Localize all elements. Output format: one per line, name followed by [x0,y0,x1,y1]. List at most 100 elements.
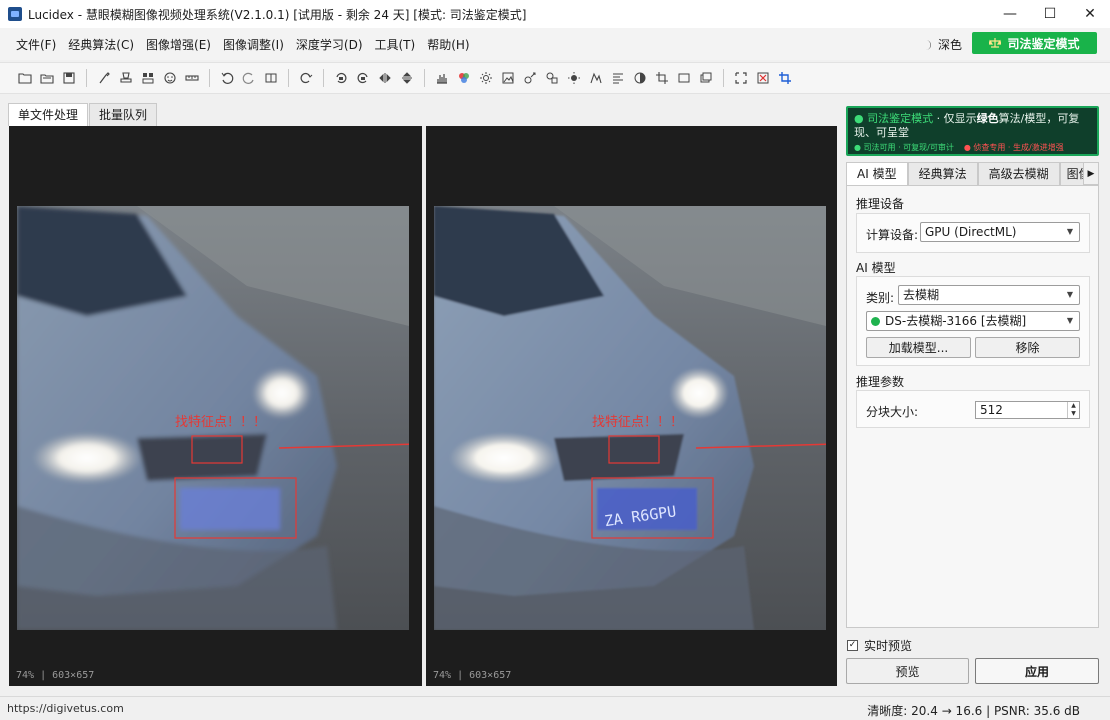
device-section-title: 推理设备 [856,197,905,211]
theme-label: 深色 [937,38,962,52]
image-icon[interactable] [497,67,519,89]
live-preview-toggle[interactable]: ✓ 实时预览 [847,637,912,654]
undo-icon[interactable] [216,67,238,89]
menu-deep-learning[interactable]: 深度学习(D) [296,36,363,53]
levels-icon[interactable] [585,67,607,89]
banner-desc: 仅显示 [943,112,977,125]
tab-advanced-deblur[interactable]: 高级去模糊 [977,162,1060,185]
legend-forensic-usable: ● 司法可用 · 可复现/可审计 [854,143,954,152]
chevron-down-icon: ▼ [1066,227,1073,236]
clear-selection-icon[interactable] [752,67,774,89]
zoom-indicator: 74% | 603×657 [433,670,512,681]
status-bar: https://digivetus.com 清晰度: 20.4 → 16.6 |… [0,696,1110,720]
open-file-icon[interactable] [36,67,58,89]
tab-classic-algorithms[interactable]: 经典算法 [907,162,978,185]
theme-toggle[interactable]: 深色 [924,36,962,53]
maximize-button[interactable]: ☐ [1030,0,1070,28]
chevron-down-icon: ▼ [1066,316,1073,325]
live-preview-checkbox[interactable]: ✓ [847,640,858,651]
menu-image-enhance[interactable]: 图像增强(E) [146,36,211,53]
layers-icon[interactable] [695,67,717,89]
toolbar-separator [424,69,425,87]
category-select-value: 去模糊 [903,288,940,302]
forensic-banner-text: ● 司法鉴定模式 · 仅显示绿色算法/模型，可复现、可呈堂 [854,112,1091,140]
ruler-icon[interactable] [181,67,203,89]
status-dot-icon [871,317,880,326]
menu-file[interactable]: 文件(F) [16,36,56,53]
processing-tabs: 单文件处理 批量队列 [8,103,158,126]
sun-icon[interactable] [563,67,585,89]
original-image-pane[interactable]: 找特征点！！！ 74% | 603×657 [9,126,422,686]
moon-icon [925,39,931,50]
brush-icon[interactable] [93,67,115,89]
frame-icon[interactable] [673,67,695,89]
menu-classic-algorithms[interactable]: 经典算法(C) [68,36,134,53]
params-group: 分块大小: 512 ▲ ▼ [856,390,1090,428]
preview-button[interactable]: 预览 [846,658,969,684]
align-icon[interactable] [607,67,629,89]
device-label: 计算设备: [866,228,919,242]
menu-help[interactable]: 帮助(H) [427,36,469,53]
stamp-icon[interactable] [115,67,137,89]
tab-scroll-right-icon[interactable]: ▶ [1083,162,1099,185]
brightness-icon[interactable] [475,67,497,89]
rotate-right-icon[interactable] [352,67,374,89]
flip-horizontal-icon[interactable] [374,67,396,89]
menu-tools[interactable]: 工具(T) [375,36,416,53]
model-select[interactable]: DS-去模糊-3166 [去模糊] ▼ [866,311,1080,331]
device-select[interactable]: GPU (DirectML) ▼ [920,222,1080,242]
tab-batch-queue[interactable]: 批量队列 [89,103,158,126]
device-select-value: GPU (DirectML) [925,225,1017,239]
toolbar [0,62,1110,94]
close-button[interactable]: ✕ [1070,0,1110,28]
toolbar-separator [86,69,87,87]
save-icon[interactable] [58,67,80,89]
window-controls: — ☐ ✕ [990,0,1110,28]
toolbar-separator [288,69,289,87]
crop-active-icon[interactable] [774,67,796,89]
tab-single-file[interactable]: 单文件处理 [8,103,89,126]
face-icon[interactable] [159,67,181,89]
processed-image-pane[interactable]: 找特征点！！！ ZA R6GPU 74% | 603×657 [426,126,837,686]
algorithm-tabs: AI 模型 经典算法 高级去模糊 图像 [846,162,1096,185]
contrast-icon[interactable] [629,67,651,89]
model-section-title: AI 模型 [856,261,896,275]
app-logo-icon [8,7,22,21]
color-icon[interactable] [453,67,475,89]
redo-icon[interactable] [238,67,260,89]
legend-investigation-only: ● 侦查专用 · 生成/激进增强 [963,143,1064,152]
menu-image-adjust[interactable]: 图像调整(I) [223,36,284,53]
open-folder-icon[interactable] [14,67,36,89]
banner-desc-highlight: 绿色 [976,112,999,125]
rotate-left-icon[interactable] [330,67,352,89]
spin-arrows-icon[interactable]: ▲ ▼ [1067,402,1079,418]
apply-button[interactable]: 应用 [975,658,1099,684]
tab-ai-model[interactable]: AI 模型 [846,162,908,185]
crop-icon[interactable] [651,67,673,89]
grid-icon[interactable] [137,67,159,89]
category-select[interactable]: 去模糊 ▼ [898,285,1080,305]
original-image: 找特征点！！！ [17,206,409,630]
toolbar-separator [323,69,324,87]
device-group: 计算设备: GPU (DirectML) ▼ [856,213,1090,253]
tile-size-value: 512 [980,403,1003,417]
tile-size-input[interactable]: 512 ▲ ▼ [975,401,1080,419]
processed-image: 找特征点！！！ ZA R6GPU [434,206,826,630]
toolbar-separator [209,69,210,87]
remove-model-button[interactable]: 移除 [975,337,1080,358]
transform-icon[interactable] [519,67,541,89]
shapes-icon[interactable] [541,67,563,89]
category-label: 类别: [866,291,895,305]
load-model-button[interactable]: 加载模型... [866,337,971,358]
select-icon[interactable] [730,67,752,89]
histogram-icon[interactable] [431,67,453,89]
forensic-mode-banner: ● 司法鉴定模式 · 仅显示绿色算法/模型，可复现、可呈堂 ● 司法可用 · 可… [846,106,1099,156]
refresh-icon[interactable] [295,67,317,89]
compare-icon[interactable] [260,67,282,89]
scale-icon [989,38,1002,48]
forensic-mode-button[interactable]: 司法鉴定模式 [972,32,1097,54]
flip-vertical-icon[interactable] [396,67,418,89]
model-group: 类别: 去模糊 ▼ DS-去模糊-3166 [去模糊] ▼ 加载模型... 移除 [856,276,1090,366]
website-link[interactable]: https://digivetus.com [7,702,124,715]
minimize-button[interactable]: — [990,0,1030,28]
